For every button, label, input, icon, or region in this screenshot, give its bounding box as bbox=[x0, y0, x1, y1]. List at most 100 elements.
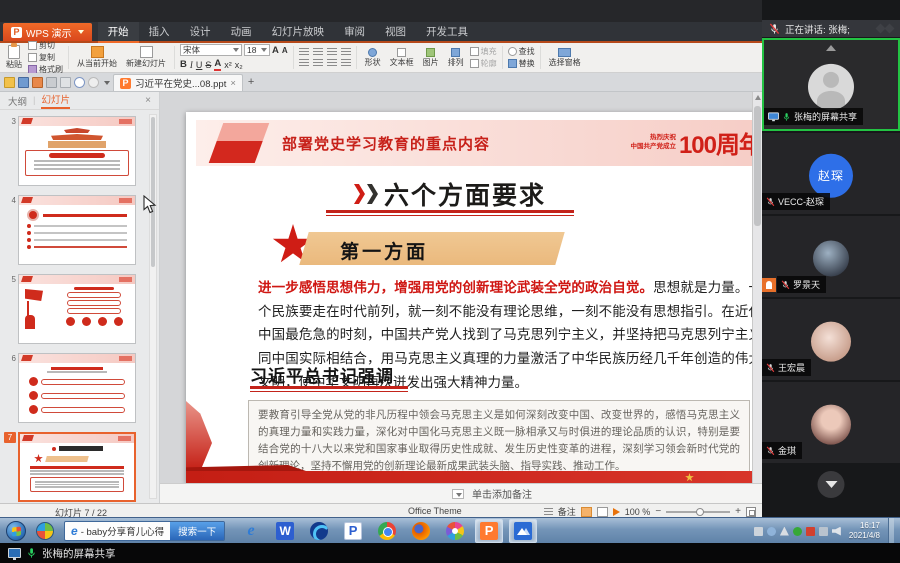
numbered-list-icon[interactable] bbox=[313, 48, 323, 56]
taskbar-firefox[interactable] bbox=[407, 519, 435, 543]
participant-tile[interactable]: 赵琛 VECC-赵琛 bbox=[762, 133, 900, 214]
taskbar-meeting-app-active[interactable] bbox=[509, 519, 537, 543]
grow-font-button[interactable]: A bbox=[272, 45, 279, 56]
align-left-icon[interactable] bbox=[299, 59, 309, 67]
fit-window-button[interactable] bbox=[746, 507, 756, 517]
print-preview-icon[interactable] bbox=[60, 77, 71, 88]
zoom-in-button[interactable]: + bbox=[735, 508, 741, 516]
tab-outline[interactable]: 大纲 bbox=[8, 94, 27, 108]
shrink-font-button[interactable]: A bbox=[282, 46, 288, 55]
play-from-current-button[interactable]: 从当前开始 bbox=[74, 45, 120, 70]
scrollbar-thumb[interactable] bbox=[754, 106, 761, 226]
replace-button[interactable]: 替换 bbox=[508, 58, 535, 69]
tray-up-icon[interactable] bbox=[780, 527, 789, 536]
indent-increase-icon[interactable] bbox=[341, 48, 351, 56]
security-app-icon[interactable] bbox=[36, 522, 54, 540]
collapse-notes-button[interactable] bbox=[452, 489, 464, 499]
fill-button[interactable]: 填充 bbox=[470, 46, 497, 57]
taskbar-p-app[interactable]: P bbox=[339, 519, 367, 543]
font-color-button[interactable]: A bbox=[214, 58, 221, 71]
taskbar-wps-writer[interactable]: W bbox=[271, 519, 299, 543]
tray-icon[interactable] bbox=[754, 527, 763, 536]
thumbnail-slide-5[interactable] bbox=[18, 274, 136, 344]
collapse-up-icon[interactable] bbox=[826, 45, 836, 51]
slide-sorter-button[interactable] bbox=[597, 507, 608, 517]
chevron-down-icon[interactable] bbox=[104, 81, 110, 85]
normal-view-button[interactable] bbox=[581, 507, 592, 517]
document-tab[interactable]: P 习近平在党史...08.ppt × bbox=[113, 74, 243, 91]
subscript-button[interactable]: x₂ bbox=[235, 60, 243, 70]
undo-icon[interactable] bbox=[74, 77, 85, 88]
thumbnail-slide-4[interactable] bbox=[18, 195, 136, 265]
slide-canvas[interactable]: 部署党史学习教育的重点内容 热烈庆祝 中国共产党成立 100周年 六个方面要 bbox=[186, 112, 762, 484]
copy-button[interactable]: 复制 bbox=[28, 52, 63, 63]
tab-review[interactable]: 审阅 bbox=[334, 22, 375, 41]
participant-tile[interactable]: 罗景天 bbox=[762, 216, 900, 297]
thumbnail-slide-3[interactable] bbox=[18, 116, 136, 186]
search-button[interactable]: 搜索一下 bbox=[170, 522, 224, 540]
taskbar-wps-presentation-active[interactable]: P bbox=[475, 519, 503, 543]
tray-shield-green-icon[interactable] bbox=[793, 527, 802, 536]
picture-button[interactable]: 图片 bbox=[420, 45, 442, 70]
outline-button[interactable]: 轮廓 bbox=[470, 58, 497, 69]
italic-button[interactable]: I bbox=[190, 60, 193, 70]
redo-icon[interactable] bbox=[88, 77, 99, 88]
selection-pane-button[interactable]: 选择窗格 bbox=[546, 45, 584, 70]
tab-animation[interactable]: 动画 bbox=[221, 22, 262, 41]
align-center-icon[interactable] bbox=[313, 59, 323, 67]
thumbnail-slide-6[interactable] bbox=[18, 353, 136, 423]
tab-view[interactable]: 视图 bbox=[375, 22, 416, 41]
editor-scrollbar[interactable] bbox=[752, 92, 762, 483]
zoom-slider-knob[interactable] bbox=[696, 508, 704, 516]
tab-home[interactable]: 开始 bbox=[98, 22, 139, 43]
thumbnail-scrollbar[interactable] bbox=[149, 114, 157, 499]
show-desktop-button[interactable] bbox=[888, 518, 894, 544]
arrange-button[interactable]: 排列 bbox=[445, 45, 467, 70]
tab-devtools[interactable]: 开发工具 bbox=[416, 22, 478, 41]
underline-button[interactable]: U bbox=[196, 60, 203, 70]
tray-icon[interactable] bbox=[767, 527, 776, 536]
taskbar-search-field[interactable]: e - baby分享育儿心得 bbox=[65, 522, 170, 540]
scrollbar-thumb[interactable] bbox=[151, 117, 155, 267]
taskbar-clock[interactable]: 16:17 2021/4/8 bbox=[849, 521, 880, 541]
new-slide-button[interactable]: 新建幻灯片 bbox=[123, 45, 169, 70]
participant-tile[interactable]: 金琪 bbox=[762, 382, 900, 463]
notes-icon[interactable] bbox=[544, 508, 553, 516]
thumbnail-slide-7[interactable] bbox=[18, 432, 136, 502]
paste-button[interactable]: 粘贴 bbox=[3, 45, 25, 70]
tray-network-icon[interactable] bbox=[819, 527, 828, 536]
cut-button[interactable]: 剪切 bbox=[28, 40, 63, 51]
slideshow-button[interactable] bbox=[613, 508, 620, 516]
textbox-button[interactable]: 文本框 bbox=[387, 45, 417, 70]
bullet-list-icon[interactable] bbox=[299, 48, 309, 56]
close-tab-button[interactable]: × bbox=[230, 78, 236, 89]
tab-insert[interactable]: 插入 bbox=[139, 22, 180, 41]
notes-bar[interactable]: 单击添加备注 bbox=[160, 483, 762, 503]
strikethrough-button[interactable]: S bbox=[205, 60, 211, 70]
tab-design[interactable]: 设计 bbox=[180, 22, 221, 41]
superscript-button[interactable]: x² bbox=[224, 60, 232, 70]
taskbar-chrome[interactable] bbox=[373, 519, 401, 543]
start-button[interactable] bbox=[6, 521, 26, 541]
scroll-participants-down-button[interactable] bbox=[818, 471, 845, 498]
taskbar-search-widget[interactable]: e - baby分享育儿心得 搜索一下 bbox=[64, 521, 225, 541]
participant-tile[interactable]: 王宏晨 bbox=[762, 299, 900, 380]
find-button[interactable]: 查找 bbox=[508, 46, 535, 57]
font-size-select[interactable]: 18 bbox=[244, 44, 270, 56]
tab-slideshow[interactable]: 幻灯片放映 bbox=[262, 22, 335, 41]
tray-flag-red-icon[interactable] bbox=[806, 527, 815, 536]
save-icon[interactable] bbox=[18, 77, 29, 88]
zoom-slider[interactable] bbox=[666, 511, 730, 513]
zoom-out-button[interactable]: − bbox=[655, 508, 661, 516]
close-panel-button[interactable]: × bbox=[145, 95, 151, 106]
wps-app-button[interactable]: P WPS 演示 bbox=[3, 23, 92, 41]
taskbar-browser[interactable] bbox=[305, 519, 333, 543]
taskbar-photos[interactable] bbox=[441, 519, 469, 543]
scroll-up-icon[interactable] bbox=[755, 95, 761, 100]
tab-slides[interactable]: 幻灯片 bbox=[41, 92, 70, 109]
participant-tile-share[interactable]: 张梅的屏幕共享 bbox=[762, 38, 900, 131]
tray-volume-icon[interactable] bbox=[832, 527, 841, 536]
bold-button[interactable]: B bbox=[180, 59, 187, 70]
taskbar-ie[interactable]: e bbox=[237, 519, 265, 543]
print-icon[interactable] bbox=[46, 77, 57, 88]
